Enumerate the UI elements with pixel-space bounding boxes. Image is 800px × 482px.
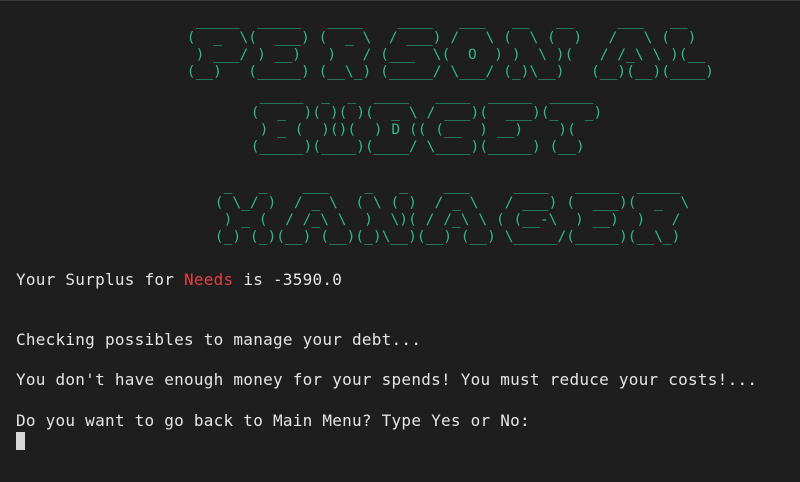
checking-message: Checking possibles to manage your debt..… — [16, 330, 422, 349]
window-top-border — [0, 0, 800, 1]
ascii-banner-manager: _ _ ___ _ _ ___ ____ _____ _____ ( \_/ )… — [214, 177, 690, 245]
menu-prompt: Do you want to go back to Main Menu? Typ… — [16, 411, 530, 430]
surplus-category: Needs — [184, 270, 234, 289]
ascii-banner-personal: _____ _____ ____ ____ ___ __ __ ___ __ (… — [186, 12, 714, 80]
terminal-window[interactable]: _____ _____ ____ ____ ___ __ __ ___ __ (… — [0, 0, 800, 482]
surplus-line: Your Surplus for Needs is -3590.0 — [16, 270, 342, 290]
surplus-value: is -3590.0 — [233, 270, 343, 289]
warning-message: You don't have enough money for your spe… — [16, 370, 758, 389]
surplus-prefix: Your Surplus for — [16, 270, 185, 289]
ascii-banner-budget: _____ _ _ ____ ____ _____ _____ ( _ )( )… — [250, 87, 603, 155]
input-cursor[interactable] — [16, 432, 25, 450]
